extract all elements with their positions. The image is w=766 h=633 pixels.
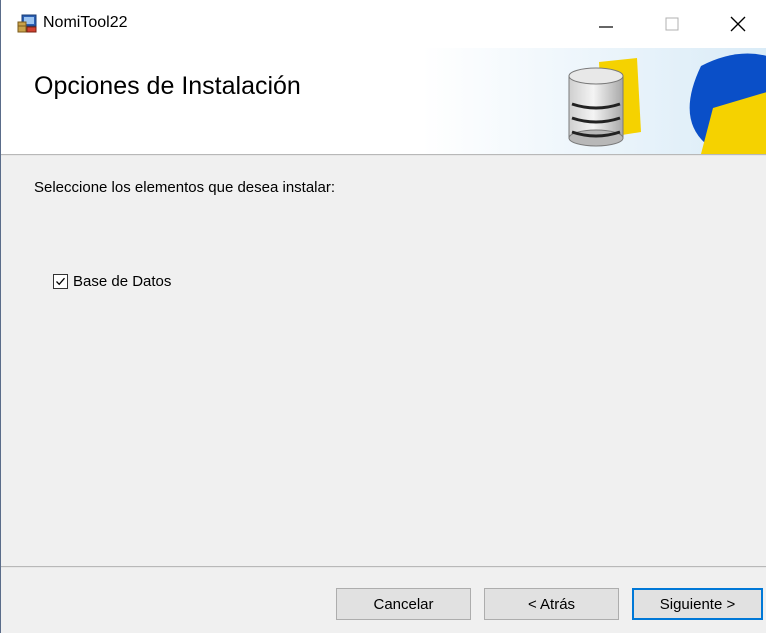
minimize-icon <box>599 26 613 28</box>
checkmark-icon <box>56 277 65 286</box>
header-banner: Opciones de Instalación <box>1 48 766 154</box>
banner-divider <box>1 154 766 156</box>
back-button[interactable]: < Atrás <box>484 588 619 620</box>
window-title: NomiTool22 <box>43 14 128 31</box>
cancel-button[interactable]: Cancelar <box>336 588 471 620</box>
close-icon <box>730 16 746 32</box>
maximize-icon <box>665 17 679 31</box>
maximize-button[interactable] <box>643 0 701 48</box>
page-title: Opciones de Instalación <box>34 72 301 100</box>
installer-window: NomiTool22 Opciones de Instalación Selec… <box>0 0 766 633</box>
installer-app-icon <box>16 12 38 34</box>
base-de-datos-label[interactable]: Base de Datos <box>73 273 171 290</box>
title-bar[interactable]: NomiTool22 <box>1 0 766 48</box>
next-button[interactable]: Siguiente > <box>632 588 763 620</box>
database-icon <box>568 67 624 147</box>
footer-divider <box>1 566 766 568</box>
close-button[interactable] <box>709 0 766 48</box>
banner-artwork <box>1 48 766 154</box>
instruction-text: Seleccione los elementos que desea insta… <box>34 179 336 196</box>
option-base-de-datos[interactable]: Base de Datos <box>53 273 171 290</box>
base-de-datos-checkbox[interactable] <box>53 274 68 289</box>
minimize-button[interactable] <box>577 0 635 48</box>
